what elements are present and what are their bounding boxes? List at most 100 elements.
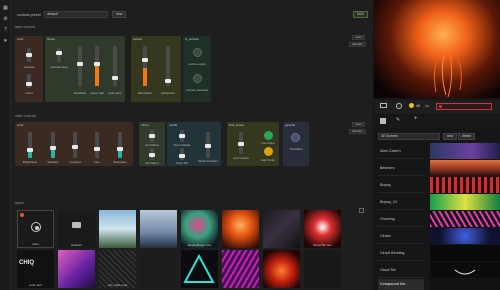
tile-caption: facadeMagic.mov — [187, 243, 212, 247]
media-position-slider[interactable] — [205, 132, 211, 158]
settings-icon[interactable]: ⚙ — [3, 17, 8, 22]
monitor-icon[interactable] — [380, 103, 387, 108]
saturate-video-slider[interactable] — [50, 132, 56, 158]
help-icon[interactable]: ? — [3, 28, 8, 33]
video-reset-button[interactable]: reset — [352, 122, 365, 127]
brightness-slider[interactable] — [27, 132, 33, 158]
layer-tile[interactable]: webcam — [58, 210, 95, 248]
right-panel: 48 fps ✎ + All Scenes new delete Alien C… — [374, 0, 500, 290]
slider-label: Contrast — [69, 160, 81, 164]
library-thumb[interactable] — [430, 228, 500, 244]
library-delete-button[interactable]: delete — [458, 133, 476, 140]
fit-to-fill-slider[interactable] — [179, 148, 185, 160]
recording-bar[interactable] — [436, 103, 492, 110]
library-item[interactable]: Beamers — [378, 160, 424, 176]
video-defaults-button[interactable]: defaults — [349, 129, 366, 134]
library-item[interactable]: Circuit Bending — [378, 245, 424, 261]
layer-tile[interactable] — [58, 250, 95, 288]
library-item-selected[interactable]: Compound Iris — [378, 279, 424, 290]
fps-unit: fps — [425, 104, 430, 108]
library-thumb[interactable] — [430, 177, 500, 193]
alternation-slider[interactable] — [142, 46, 148, 86]
library-thumb[interactable] — [430, 194, 500, 210]
layer-group-color: color saturate invert — [15, 36, 43, 102]
low-color-dial[interactable] — [264, 131, 273, 140]
library-thumb[interactable] — [430, 160, 500, 176]
texture-scale-dial[interactable] — [193, 48, 202, 57]
layer-tile[interactable] — [140, 210, 177, 248]
slider-label: Media Position — [198, 159, 218, 163]
video-controls-title: video controls — [15, 114, 36, 118]
active-dot — [20, 213, 24, 217]
grid-icon[interactable] — [380, 118, 386, 124]
group-title: optical — [133, 37, 142, 41]
layer-tile[interactable] — [140, 250, 177, 288]
sharpness-slider[interactable] — [165, 46, 171, 86]
contrast-video-slider[interactable] — [72, 132, 78, 158]
surface-dial[interactable] — [193, 74, 202, 83]
midi-button[interactable]: MIDI — [353, 11, 369, 18]
layer-tile[interactable]: CHIQ tenit.mp4 — [17, 250, 54, 288]
record-icon[interactable] — [409, 103, 414, 108]
library-item[interactable]: Alien Cavern — [378, 143, 424, 159]
new-preset-button[interactable]: new — [112, 11, 127, 18]
pen-icon[interactable]: ✎ — [396, 117, 400, 123]
layer-tile[interactable]: RoomTilt.mov — [304, 210, 341, 248]
video-group-media: media Zoom Media Fit to Fill Media Posit… — [167, 122, 221, 166]
layer-tile[interactable]: facadeMagic.mov — [181, 210, 218, 248]
fade-warp-slider[interactable] — [112, 46, 118, 86]
library-item[interactable]: Circles — [378, 228, 424, 244]
group-title: mirror — [141, 123, 149, 127]
heart-icon[interactable]: ♥ — [3, 39, 8, 44]
feedback-slider[interactable] — [77, 46, 83, 86]
library-new-button[interactable]: new — [443, 133, 458, 140]
library-thumb[interactable] — [430, 279, 500, 290]
layer-defaults-button[interactable]: defaults — [349, 42, 366, 47]
layer-reset-button[interactable]: reset — [352, 35, 365, 40]
plus-icon[interactable]: + — [414, 116, 418, 122]
vert-mirror-slider[interactable] — [149, 148, 155, 160]
layer-group-optical: optical alternation sharpness — [131, 36, 181, 102]
library-thumb[interactable] — [430, 211, 500, 227]
library-item[interactable]: Churning — [378, 211, 424, 227]
library-item[interactable]: Biopay_V2 — [378, 194, 424, 210]
library-item[interactable]: Cloud Ten — [378, 262, 424, 278]
library-thumb[interactable] — [430, 143, 500, 159]
contrast-slider[interactable] — [56, 48, 62, 62]
tile-caption: tenit.mp4 — [29, 283, 42, 287]
layer-tile[interactable]: vhs_trails.mp4 — [99, 250, 136, 288]
library-thumb[interactable] — [430, 245, 500, 261]
layer-tile[interactable] — [181, 250, 218, 288]
layer-tile[interactable] — [222, 210, 259, 248]
noise-map-slider[interactable] — [94, 46, 100, 86]
slider-label: Fit to Fill — [176, 161, 188, 165]
slider-label: contrast arpa — [50, 65, 68, 69]
library-item[interactable]: Biopay — [378, 177, 424, 193]
limit-colors-slider[interactable] — [238, 132, 244, 154]
layer-tile[interactable] — [263, 250, 300, 288]
saturate-slider[interactable] — [26, 48, 32, 62]
zoom-media-slider[interactable] — [179, 130, 185, 142]
hori-mirror-slider[interactable] — [149, 130, 155, 142]
eye-icon[interactable] — [396, 103, 402, 109]
saturation-slider[interactable] — [117, 132, 123, 158]
layer-tile[interactable] — [263, 210, 300, 248]
layer-tile[interactable] — [99, 210, 136, 248]
camera-icon — [72, 222, 81, 228]
group-title: shape — [47, 37, 56, 41]
layer-tile[interactable]: none — [17, 210, 54, 248]
slider-label: invert — [25, 91, 33, 95]
layer-controls-title: layer controls — [15, 25, 36, 29]
library-select[interactable]: All Scenes — [378, 133, 440, 140]
preset-select[interactable]: default — [44, 11, 108, 18]
video-group-limit-colors: limit_colors Limit Colors Low Color High… — [227, 122, 279, 166]
invert-slider[interactable] — [26, 74, 32, 88]
layer-tile[interactable] — [304, 250, 341, 288]
expand-checkbox[interactable] — [359, 208, 364, 213]
high-color-dial[interactable] — [264, 147, 273, 156]
library-thumb[interactable] — [430, 262, 500, 278]
layers-icon[interactable]: ▦ — [3, 6, 8, 11]
hue-slider[interactable] — [94, 132, 100, 158]
layer-tile[interactable] — [222, 250, 259, 288]
transition-dial[interactable] — [291, 133, 300, 142]
